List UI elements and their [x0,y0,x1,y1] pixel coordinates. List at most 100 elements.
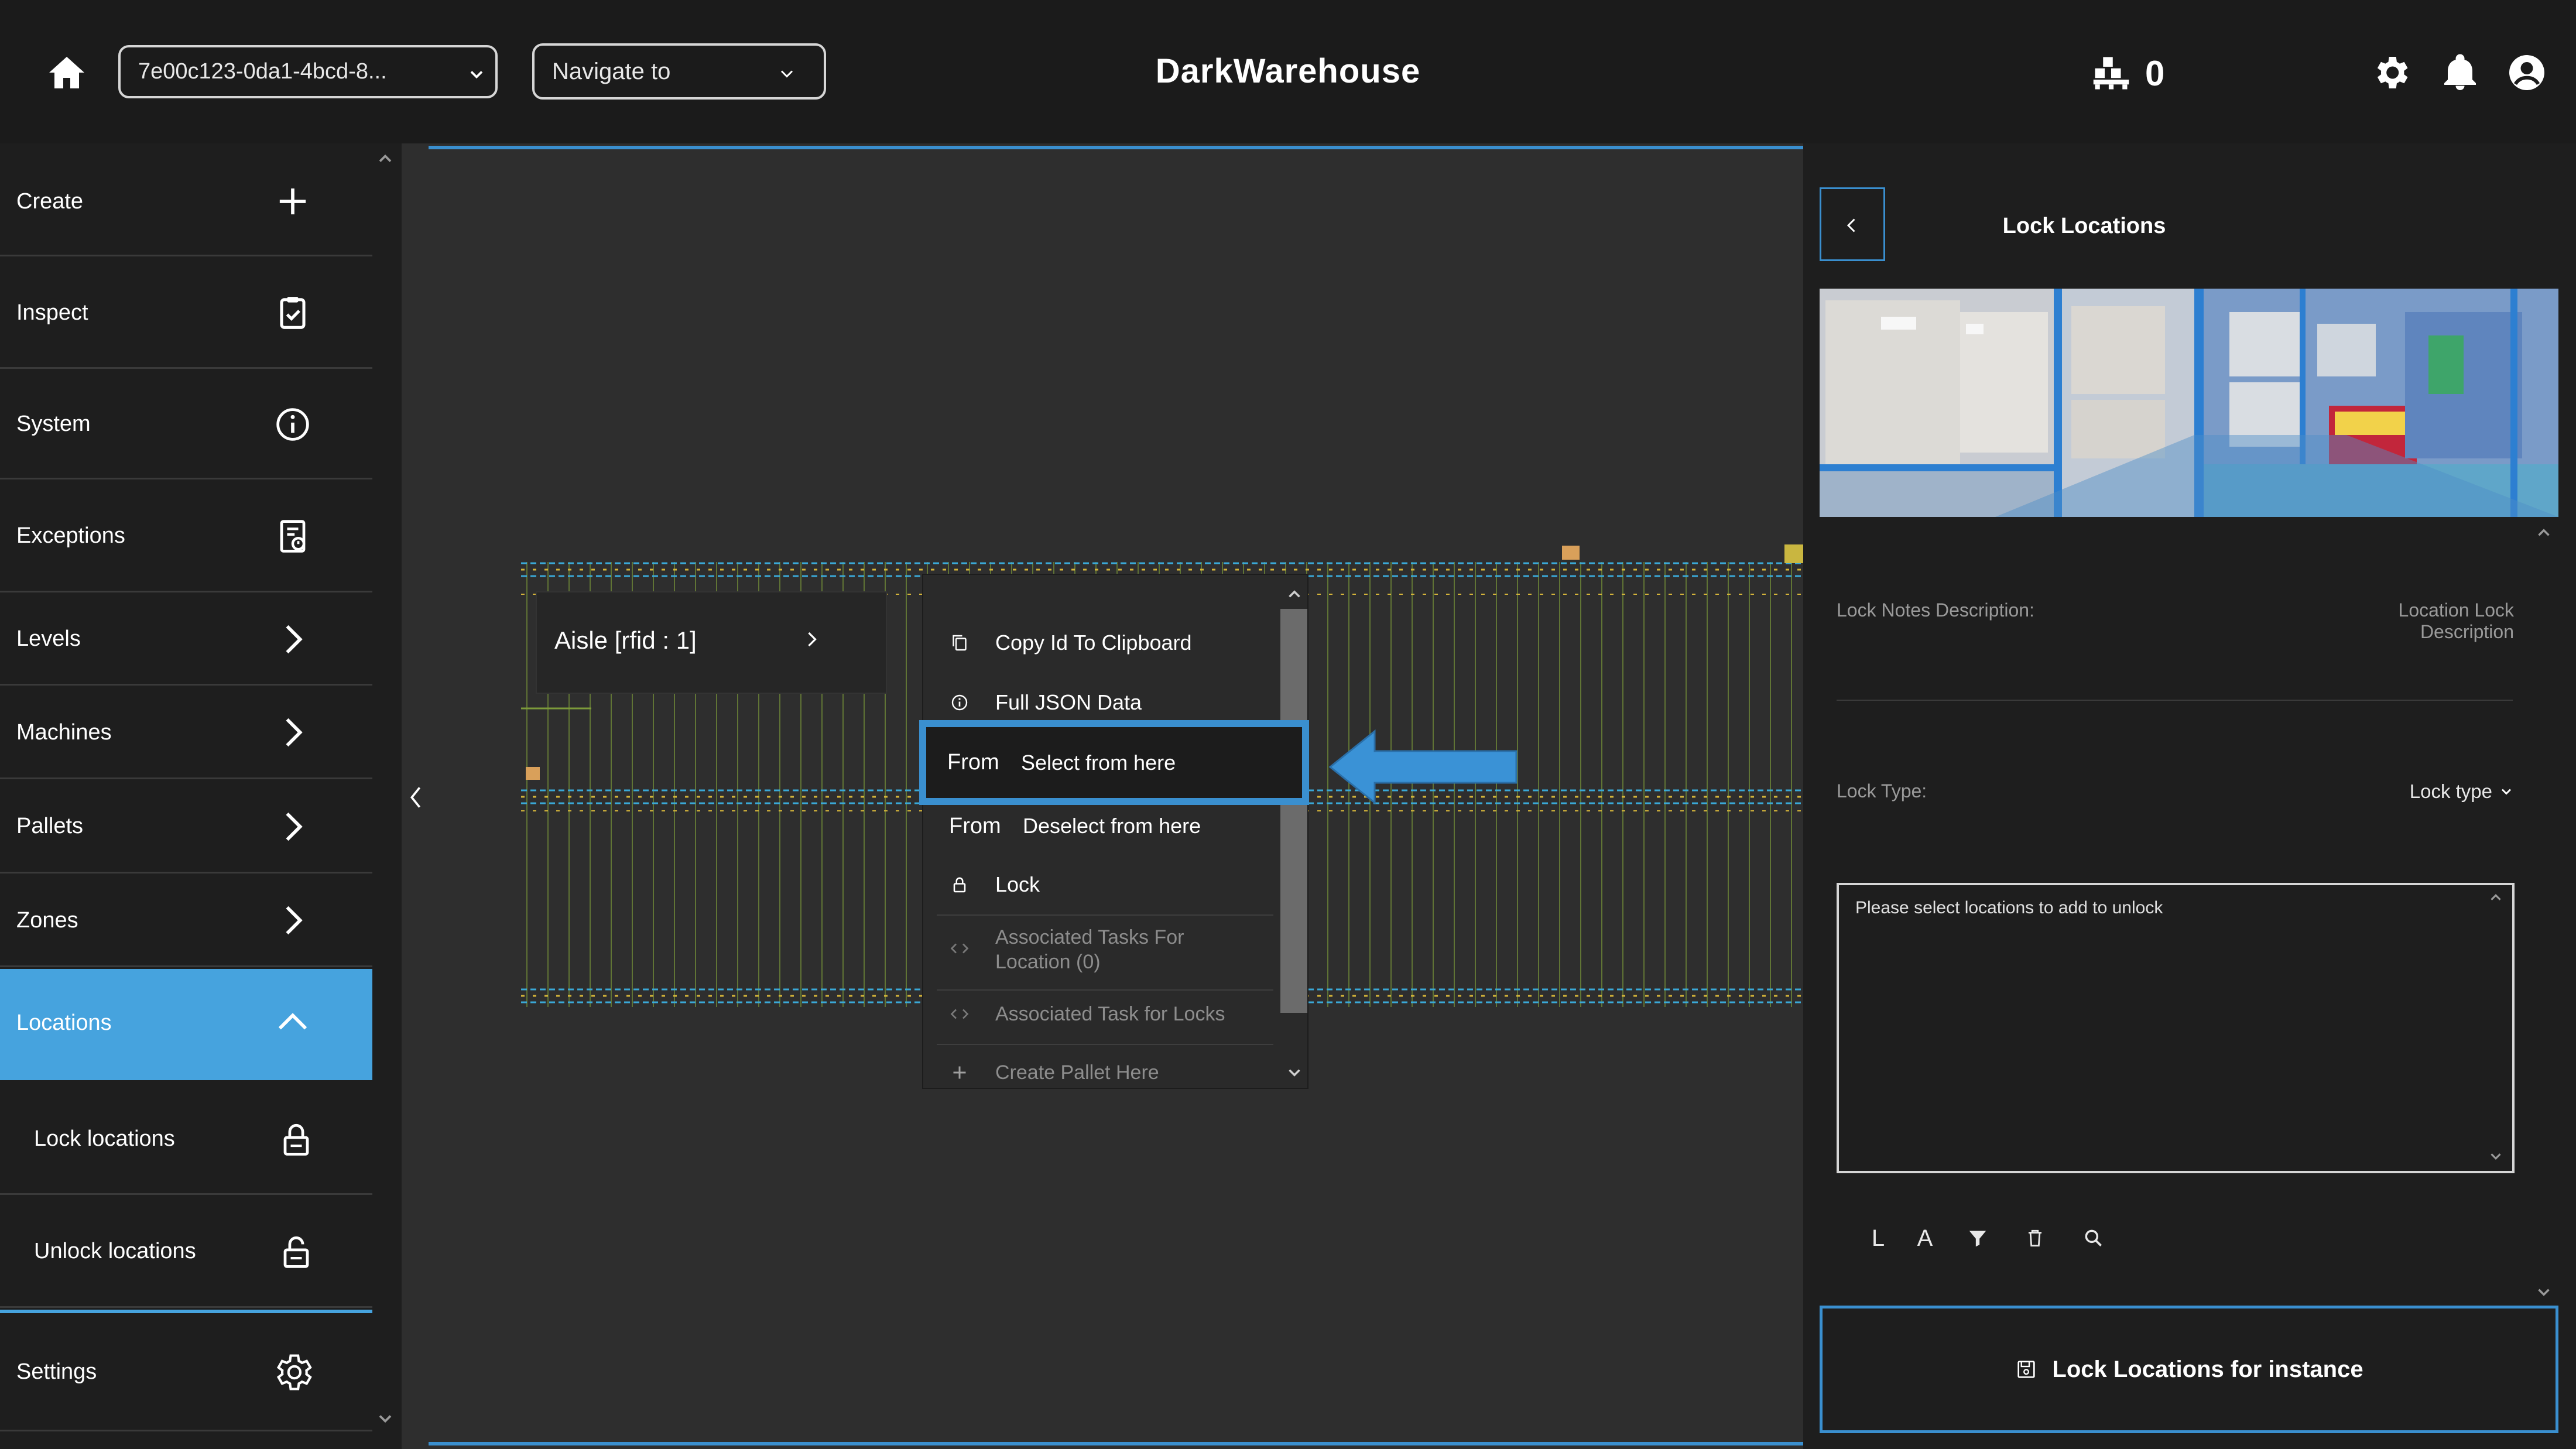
menu-scroll-up-icon[interactable] [1284,584,1304,604]
panel-title: Lock Locations [2002,214,2166,238]
chevron-right-icon [286,625,303,653]
toolbar-a-label: A [1917,1225,1933,1251]
code-icon [950,1009,969,1019]
menu-item-associated-task-locks[interactable]: Associated Task for Locks [928,994,1273,1034]
toolbar-l-button[interactable]: L [1862,1218,1895,1259]
chevron-right-icon [808,632,817,647]
sidebar-item-label: System [16,412,91,436]
canvas-top-border [429,146,1803,149]
sidebar-item-label: Lock locations [34,1126,175,1151]
warehouse-photo [1820,289,2558,517]
menu-item-full-json[interactable]: Full JSON Data [928,680,1273,724]
menu-item-lock[interactable]: Lock [928,864,1273,906]
home-icon[interactable] [44,52,90,94]
panel-scroll-down-icon[interactable] [2534,1282,2554,1302]
back-button[interactable] [1820,187,1885,261]
sidebar-item-label: Create [16,189,84,214]
sidebar-item-pallets[interactable]: Pallets [0,781,372,873]
sidebar-item-label: Unlock locations [34,1239,196,1263]
sidebar-item-create[interactable]: Create [0,148,372,256]
app-title: DarkWarehouse [1155,52,1421,90]
sidebar-item-lock-locations[interactable]: Lock locations [0,1085,372,1195]
instance-id-value: 7e00c123-0da1-4bcd-8... [138,59,387,84]
pallet-counter[interactable]: 0 [2089,53,2164,94]
chevron-right-icon [286,718,303,747]
sidebar-scroll-down-icon[interactable] [375,1408,396,1429]
menu-item-label: Deselect from here [1023,814,1201,838]
menu-item-label: Create Pallet Here [995,1061,1159,1084]
menu-divider [937,914,1273,916]
sidebar-item-label: Settings [16,1359,97,1384]
chevron-down-icon [470,71,483,79]
sidebar-item-levels[interactable]: Levels [0,594,372,686]
textarea-scroll-up-icon[interactable] [2487,889,2505,906]
sidebar-item-label: Levels [16,626,81,651]
menu-item-label: Lock [995,872,1040,896]
trash-icon[interactable] [2019,1218,2051,1259]
lock-notes-input[interactable]: Location Lock Description [2303,600,2514,643]
top-bar: 7e00c123-0da1-4bcd-8... Navigate to Dark… [0,0,2576,143]
menu-item-deselect-from-here[interactable]: From Deselect from here [928,805,1273,847]
sidebar-item-system[interactable]: System [0,371,372,479]
sidebar-item-locations[interactable]: Locations [0,969,372,1080]
sidebar-item-label: Zones [16,907,78,933]
toolbar-l-label: L [1871,1225,1885,1251]
menu-divider [937,1044,1273,1045]
instance-select[interactable]: 7e00c123-0da1-4bcd-8... [118,45,498,98]
user-account-icon[interactable] [2506,52,2548,94]
sidebar-item-exceptions[interactable]: Exceptions [0,481,372,592]
from-prefix: From [947,750,999,775]
lock-locations-submit-button[interactable]: Lock Locations for instance [1820,1306,2558,1433]
chevron-up-icon [278,1013,307,1030]
save-icon [2017,1361,2036,1378]
sidebar-item-label: Inspect [16,300,88,325]
plus-icon [953,1066,966,1079]
unlock-icon [283,1236,309,1268]
menu-item-associated-tasks-location[interactable]: Associated Tasks For Location (0) [928,920,1273,979]
bell-icon[interactable] [2439,50,2481,95]
aisle-tooltip[interactable]: Aisle [rfid : 1] [536,591,887,694]
locations-toolbar: L A [1862,1218,2119,1259]
sidebar-item-unlock-locations[interactable]: Unlock locations [0,1197,372,1308]
sidebar-scroll-up-icon[interactable] [375,148,396,169]
code-icon [950,943,969,954]
document-alert-icon [280,519,306,553]
sidebar-item-machines[interactable]: Machines [0,687,372,779]
navigate-placeholder: Navigate to [552,58,671,84]
lock-type-select[interactable]: Lock type [2389,779,2515,804]
sidebar-item-settings[interactable]: Settings [0,1314,372,1431]
search-icon[interactable] [2077,1218,2110,1259]
copy-icon [953,635,967,650]
selected-locations-textarea[interactable]: Please select locations to add to unlock [1837,883,2515,1173]
pallet-stack-icon [2093,57,2129,90]
gear-icon[interactable] [2370,52,2412,94]
sidebar-item-label: Locations [16,1010,112,1035]
menu-item-label: Select from here [1021,750,1176,775]
canvas-bottom-border [429,1442,1803,1445]
gear-icon [276,1354,312,1390]
menu-scroll-down-icon[interactable] [1284,1063,1304,1083]
menu-item-copy-id[interactable]: Copy Id To Clipboard [928,621,1273,664]
pallet-count: 0 [2145,53,2165,93]
menu-divider [937,989,1273,991]
submit-label: Lock Locations for instance [2052,1356,2363,1382]
sidebar-item-inspect[interactable]: Inspect [0,258,372,369]
menu-item-label: Copy Id To Clipboard [995,630,1192,655]
menu-item-create-pallet[interactable]: Create Pallet Here [928,1052,1273,1093]
collapse-sidebar-icon[interactable] [404,780,427,815]
chevron-right-icon [286,906,303,935]
menu-scrollbar[interactable] [1280,609,1307,1013]
pointer-arrow [1329,729,1517,805]
filter-icon[interactable] [1961,1218,1994,1259]
sidebar-item-zones[interactable]: Zones [0,875,372,967]
toolbar-a-button[interactable]: A [1909,1218,1941,1259]
locations-placeholder: Please select locations to add to unlock [1855,898,2163,917]
menu-item-select-from-here[interactable]: From Select from here [919,720,1309,805]
navigate-select[interactable]: Navigate to [532,43,826,100]
chevron-down-icon [2501,789,2512,795]
info-icon [951,694,968,710]
menu-item-label: Associated Task for Locks [995,1002,1225,1025]
textarea-scroll-down-icon[interactable] [2487,1147,2505,1165]
panel-scroll-up-icon[interactable] [2534,523,2554,543]
sidebar-item-label: Exceptions [16,523,125,548]
